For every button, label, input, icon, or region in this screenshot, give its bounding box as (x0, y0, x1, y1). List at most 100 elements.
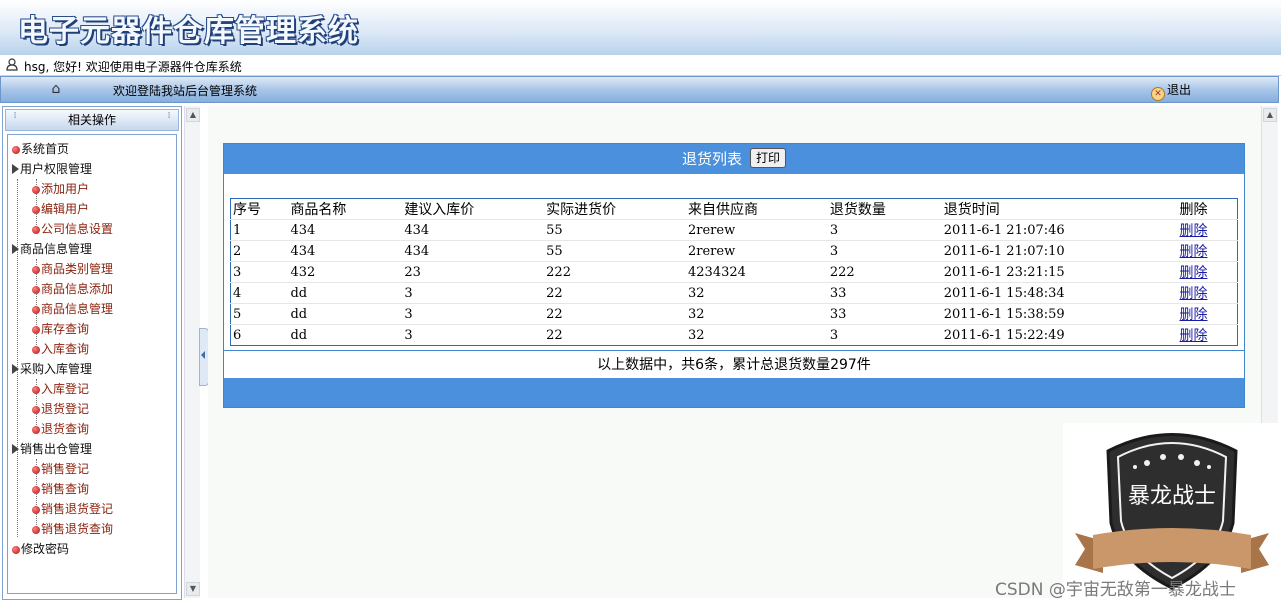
table-cell: 222 (544, 261, 686, 283)
sidebar-item-label: 商品类别管理 (41, 262, 114, 276)
table-cell: 434 (402, 240, 545, 262)
sidebar-item[interactable]: 商品信息管理 (32, 300, 113, 317)
grip-icon: ⁞ (167, 111, 171, 121)
sidebar-item[interactable]: 入库登记 (32, 380, 89, 397)
bullet-icon (12, 146, 20, 154)
sidebar-item[interactable]: 商品类别管理 (32, 260, 113, 277)
sidebar-item[interactable]: 销售退货查询 (32, 520, 113, 537)
delete-link[interactable]: 删除 (1177, 219, 1238, 241)
sidebar-item[interactable]: 销售退货登记 (32, 500, 113, 517)
scroll-up-arrow[interactable]: ▲ (1263, 108, 1277, 122)
sidebar-item-label: 编辑用户 (41, 202, 90, 216)
sidebar-header: ⁞ 相关操作 ⁞ (5, 109, 179, 131)
sidebar-item-label: 销售查询 (41, 482, 90, 496)
sidebar-item[interactable]: 添加用户 (32, 180, 89, 197)
table-cell: 2rerew (686, 219, 828, 241)
sidebar-item-label: 商品信息添加 (41, 282, 114, 296)
table-cell: 2011-6-1 23:21:15 (941, 261, 1178, 283)
close-icon: ✕ (1151, 87, 1165, 101)
exit-button[interactable]: ✕ 退出 (1151, 81, 1191, 101)
sidebar-item[interactable]: 退货查询 (32, 420, 89, 437)
table-cell: 3 (402, 303, 545, 325)
table-cell: dd (288, 303, 403, 325)
table-row: 6 dd 3 22 32 3 2011-6-1 15:22:49 删除 (230, 324, 1238, 346)
sidebar-item[interactable]: 商品信息添加 (32, 280, 113, 297)
sidebar-item[interactable]: 入库查询 (32, 340, 89, 357)
header-banner: 电子元器件仓库管理系统 (0, 0, 1281, 55)
collapse-arrow-icon (201, 351, 205, 359)
sidebar: ⁞ 相关操作 ⁞ 系统首页 用户权限管理 添加用户 编辑用户 公司信息设置 商品信息管理商… (2, 106, 182, 600)
table-cell: 32 (686, 324, 828, 346)
sidebar-item-label: 用户权限管理 (20, 162, 93, 176)
sidebar-item-label: 库存查询 (41, 322, 90, 336)
delete-link[interactable]: 删除 (1177, 261, 1238, 283)
sidebar-item[interactable]: 编辑用户 (32, 200, 89, 217)
panel-title: 退货列表 (681, 150, 742, 168)
scroll-up-arrow[interactable]: ▲ (186, 108, 200, 122)
table-cell: 22 (544, 282, 686, 304)
table-cell: 33 (827, 282, 942, 304)
sidebar-item-label: 销售退货登记 (41, 502, 114, 516)
badge-text: 暴龙战士 (1128, 484, 1216, 509)
sidebar-item-label: 退货登记 (41, 402, 90, 416)
bullet-icon (32, 526, 40, 534)
table-cell: 432 (288, 261, 403, 283)
column-header: 商品名称 (290, 202, 347, 218)
delete-link[interactable]: 删除 (1177, 282, 1238, 304)
sidebar-item-label: 采购入库管理 (20, 362, 93, 376)
table-cell: 55 (544, 240, 686, 262)
delete-link[interactable]: 删除 (1177, 303, 1238, 325)
bullet-icon (32, 486, 40, 494)
exit-label: 退出 (1167, 83, 1192, 97)
sidebar-item-label: 系统首页 (21, 142, 70, 156)
grip-icon: ⁞ (13, 111, 17, 121)
sidebar-item[interactable]: 销售登记 (32, 460, 89, 477)
column-header: 实际进货价 (546, 202, 617, 218)
sidebar-item[interactable]: 退货登记 (32, 400, 89, 417)
user-bar: hsg, 您好! 欢迎使用电子源器件仓库系统 (0, 55, 1281, 76)
sidebar-item-label: 销售退货查询 (41, 522, 114, 536)
sidebar-tree: 系统首页 用户权限管理 添加用户 编辑用户 公司信息设置 商品信息管理 商品类别管理 商品信息… (7, 134, 177, 594)
tree-connector (17, 179, 18, 537)
column-header: 退货时间 (943, 202, 1000, 218)
table-cell: 3 (827, 324, 942, 346)
sidebar-item[interactable]: 销售查询 (32, 480, 89, 497)
table-cell: 3 (827, 240, 942, 262)
table-cell: dd (288, 324, 403, 346)
table-cell: 3 (402, 324, 545, 346)
bullet-icon (12, 546, 20, 554)
summary-text: 以上数据中，共6条，累计总退货数量297件 (224, 350, 1244, 379)
table-cell: 1 (230, 219, 289, 241)
bullet-icon (32, 346, 40, 354)
sidebar-item[interactable]: 系统首页 (12, 140, 69, 157)
scroll-down-arrow[interactable]: ▼ (186, 582, 200, 596)
table-cell: 434 (288, 219, 403, 241)
table-row: 2 434 434 55 2rerew 3 2011-6-1 21:07:10 删除 (230, 240, 1238, 262)
sidebar-item[interactable]: 公司信息设置 (32, 220, 113, 237)
delete-link[interactable]: 删除 (1177, 324, 1238, 346)
table-cell: 5 (230, 303, 289, 325)
table-cell: 22 (544, 324, 686, 346)
delete-link[interactable]: 删除 (1177, 240, 1238, 262)
table-cell: 3 (827, 219, 942, 241)
sidebar-scrollbar[interactable]: ▲ ▼ (184, 106, 200, 598)
table-row: 3 432 23 222 4234324 222 2011-6-1 23:21:15 删除 (230, 261, 1238, 283)
table-cell: 2rerew (686, 240, 828, 262)
expand-arrow-icon (12, 164, 19, 174)
table-cell: 3 (230, 261, 289, 283)
bullet-icon (32, 286, 40, 294)
table-header-row: 序号 商品名称 建议入库价 实际进货价 来自供应商 退货数量 退货时间 删除 (231, 199, 1238, 220)
sidebar-item[interactable]: 用户权限管理 (12, 160, 92, 177)
sidebar-item-label: 销售登记 (41, 462, 90, 476)
sidebar-item[interactable]: 销售出仓管理 (12, 440, 92, 457)
table-cell: 2011-6-1 15:22:49 (941, 324, 1178, 346)
print-button[interactable]: 打印 (750, 148, 787, 168)
table-cell: 2011-6-1 21:07:10 (941, 240, 1178, 262)
sidebar-item-label: 公司信息设置 (41, 222, 114, 236)
sidebar-item[interactable]: 商品信息管理 (12, 240, 92, 257)
sidebar-item[interactable]: 修改密码 (12, 540, 69, 557)
home-icon[interactable]: ⌂ (45, 79, 67, 99)
sidebar-item[interactable]: 库存查询 (32, 320, 89, 337)
sidebar-item[interactable]: 采购入库管理 (12, 360, 92, 377)
table-cell: dd (288, 282, 403, 304)
